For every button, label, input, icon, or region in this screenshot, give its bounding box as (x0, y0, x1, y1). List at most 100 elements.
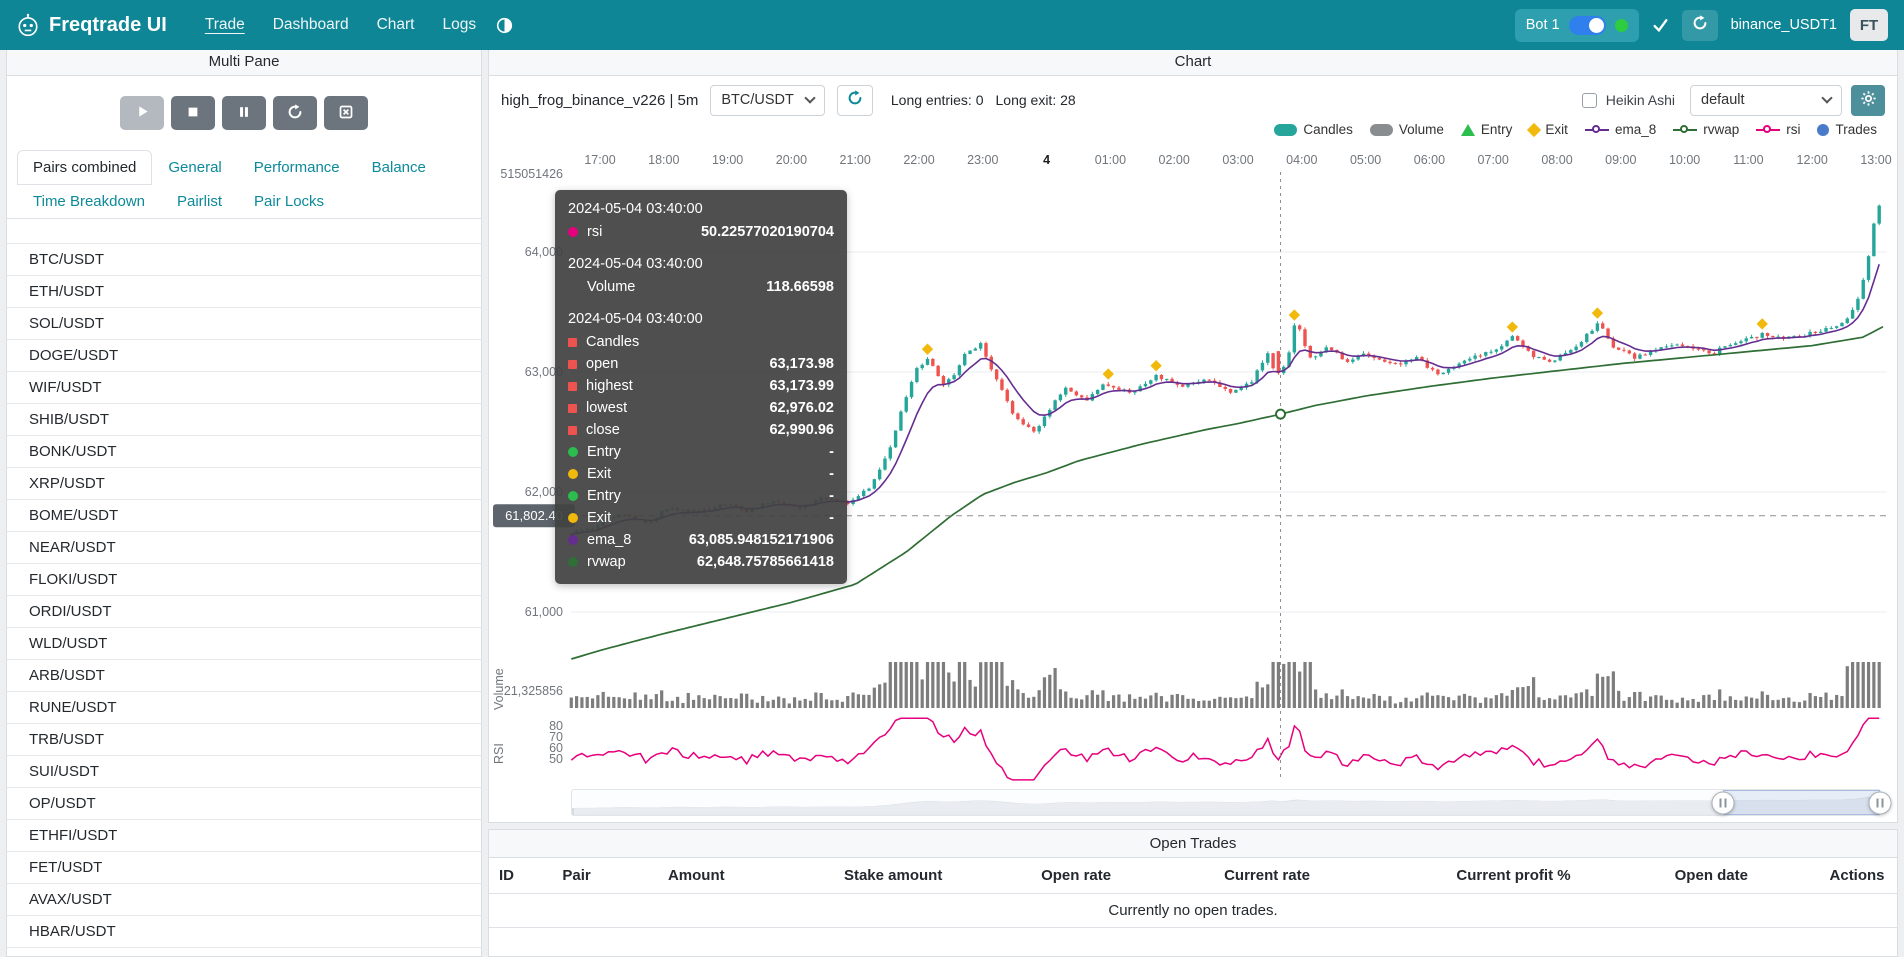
long-exit-label: Long exit: 28 (996, 92, 1076, 108)
datazoom-slider[interactable] (571, 789, 1881, 816)
pair-row[interactable]: BOME/USDT (7, 499, 481, 531)
legend-item-volume[interactable]: Volume (1370, 122, 1444, 137)
chart-options: Heikin Ashi default (1582, 85, 1885, 116)
start-bot-button[interactable] (120, 96, 164, 130)
series-marker-icon (568, 360, 577, 369)
tab-balance[interactable]: Balance (356, 150, 442, 185)
column-header-current-profit-[interactable]: Current profit % (1446, 858, 1664, 894)
chart-toolbar: high_frog_binance_v226 | 5m BTC/USDT Lon… (501, 84, 1885, 116)
column-header-open-rate[interactable]: Open rate (1031, 858, 1214, 894)
legend-item-rsi[interactable]: rsi (1756, 122, 1800, 137)
navbar-reload-icon (1692, 15, 1708, 36)
column-header-actions[interactable]: Actions (1820, 858, 1897, 894)
svg-text:61,000: 61,000 (525, 605, 563, 619)
legend-item-exit[interactable]: Exit (1529, 122, 1568, 137)
tooltip-row-lowest: lowest62,976.02 (568, 397, 834, 419)
series-marker-icon (568, 557, 578, 567)
chevron-down-icon (1821, 92, 1832, 103)
tooltip-row-volume: Volume118.66598 (568, 276, 834, 298)
series-marker-icon (568, 382, 577, 391)
pair-row[interactable]: WIF/USDT (7, 371, 481, 403)
legend-item-candles[interactable]: Candles (1274, 122, 1353, 137)
chart-refresh-button[interactable] (837, 85, 873, 116)
legend-item-entry[interactable]: Entry (1461, 122, 1513, 137)
pair-row[interactable]: SHIB/USDT (7, 403, 481, 435)
nav-item-logs[interactable]: Logs (430, 10, 488, 40)
datazoom-right-handle[interactable] (1869, 791, 1892, 814)
pair-row[interactable]: BONK/USDT (7, 435, 481, 467)
pause-bot-button[interactable] (222, 96, 266, 130)
heikin-ashi-checkbox[interactable] (1582, 93, 1597, 108)
svg-text:06:00: 06:00 (1414, 153, 1445, 167)
pair-row[interactable]: ORDI/USDT (7, 595, 481, 627)
pair-row[interactable]: FLOKI/USDT (7, 563, 481, 595)
tab-pairlist[interactable]: Pairlist (161, 184, 238, 219)
column-header-stake-amount[interactable]: Stake amount (834, 858, 1031, 894)
svg-text:11:00: 11:00 (1733, 153, 1763, 167)
tab-pairs-combined[interactable]: Pairs combined (17, 150, 152, 185)
legend-label: Trades (1835, 122, 1877, 137)
pair-row[interactable]: TRB/USDT (7, 723, 481, 755)
open-trades-table: IDPairAmountStake amountOpen rateCurrent… (489, 858, 1897, 928)
pair-row[interactable]: RNDR/USDT (7, 947, 481, 957)
pair-row[interactable]: WLD/USDT (7, 627, 481, 659)
pair-row[interactable]: HBAR/USDT (7, 915, 481, 947)
chart-tooltip: 2024-05-04 03:40:00rsi50.225770201907042… (555, 190, 847, 584)
tab-general[interactable]: General (152, 150, 237, 185)
svg-text:08:00: 08:00 (1541, 153, 1572, 167)
pair-row[interactable]: DOGE/USDT (7, 339, 481, 371)
svg-text:RSI: RSI (492, 743, 506, 764)
nav-item-chart[interactable]: Chart (365, 10, 427, 40)
user-avatar[interactable]: FT (1850, 9, 1888, 41)
nav-item-trade[interactable]: Trade (193, 10, 257, 40)
plot-settings-button[interactable] (1851, 85, 1885, 116)
pair-row[interactable]: XRP/USDT (7, 467, 481, 499)
svg-text:03:00: 03:00 (1222, 153, 1253, 167)
legend-item-rvwap[interactable]: rvwap (1673, 122, 1739, 137)
open-trades-header-row: IDPairAmountStake amountOpen rateCurrent… (489, 858, 1897, 894)
svg-text:09:00: 09:00 (1605, 153, 1636, 167)
column-header-amount[interactable]: Amount (658, 858, 834, 894)
pair-row[interactable]: FET/USDT (7, 851, 481, 883)
strategy-label: high_frog_binance_v226 | 5m (501, 92, 698, 109)
legend-item-trades[interactable]: Trades (1817, 122, 1877, 137)
navbar-reload-button[interactable] (1682, 10, 1718, 41)
pair-row[interactable]: RUNE/USDT (7, 691, 481, 723)
tab-pair-locks[interactable]: Pair Locks (238, 184, 340, 219)
theme-toggle-icon[interactable] (496, 17, 513, 34)
brand[interactable]: Freqtrade UI (16, 13, 167, 37)
column-header-current-rate[interactable]: Current rate (1214, 858, 1446, 894)
pair-row[interactable]: ETH/USDT (7, 275, 481, 307)
navbar-right: Bot 1 binance_USDT1 FT (1515, 9, 1888, 42)
datazoom-handle-icon (1877, 798, 1879, 807)
legend-item-ema_8[interactable]: ema_8 (1585, 122, 1656, 137)
bot-toggle[interactable] (1569, 16, 1606, 35)
pair-row[interactable]: NEAR/USDT (7, 531, 481, 563)
pair-row[interactable]: ETHFI/USDT (7, 819, 481, 851)
plot-config-select[interactable]: default (1690, 85, 1842, 116)
series-marker-icon (568, 535, 578, 545)
stop-bot-button[interactable] (171, 96, 215, 130)
bot-selector[interactable]: Bot 1 (1515, 9, 1639, 42)
column-header-id[interactable]: ID (489, 858, 552, 894)
cancel-open-orders-button[interactable] (324, 96, 368, 130)
datazoom-shadow (572, 790, 1880, 815)
pair-select[interactable]: BTC/USDT (710, 85, 825, 116)
pair-row[interactable]: BTC/USDT (7, 243, 481, 275)
svg-text:13:00: 13:00 (1860, 153, 1891, 167)
pair-row[interactable]: SOL/USDT (7, 307, 481, 339)
datazoom-left-handle[interactable] (1712, 791, 1735, 814)
bot-online-dot (1615, 19, 1628, 32)
nav-item-dashboard[interactable]: Dashboard (261, 10, 361, 40)
pair-row[interactable]: OP/USDT (7, 787, 481, 819)
pair-row[interactable]: SUI/USDT (7, 755, 481, 787)
column-header-open-date[interactable]: Open date (1665, 858, 1820, 894)
tab-performance[interactable]: Performance (238, 150, 356, 185)
reload-trades-button[interactable] (273, 96, 317, 130)
toggle-knob (1589, 18, 1604, 33)
datazoom-selection[interactable] (1723, 790, 1880, 815)
pair-row[interactable]: AVAX/USDT (7, 883, 481, 915)
column-header-pair[interactable]: Pair (552, 858, 658, 894)
tab-time-breakdown[interactable]: Time Breakdown (17, 184, 161, 219)
pair-row[interactable]: ARB/USDT (7, 659, 481, 691)
